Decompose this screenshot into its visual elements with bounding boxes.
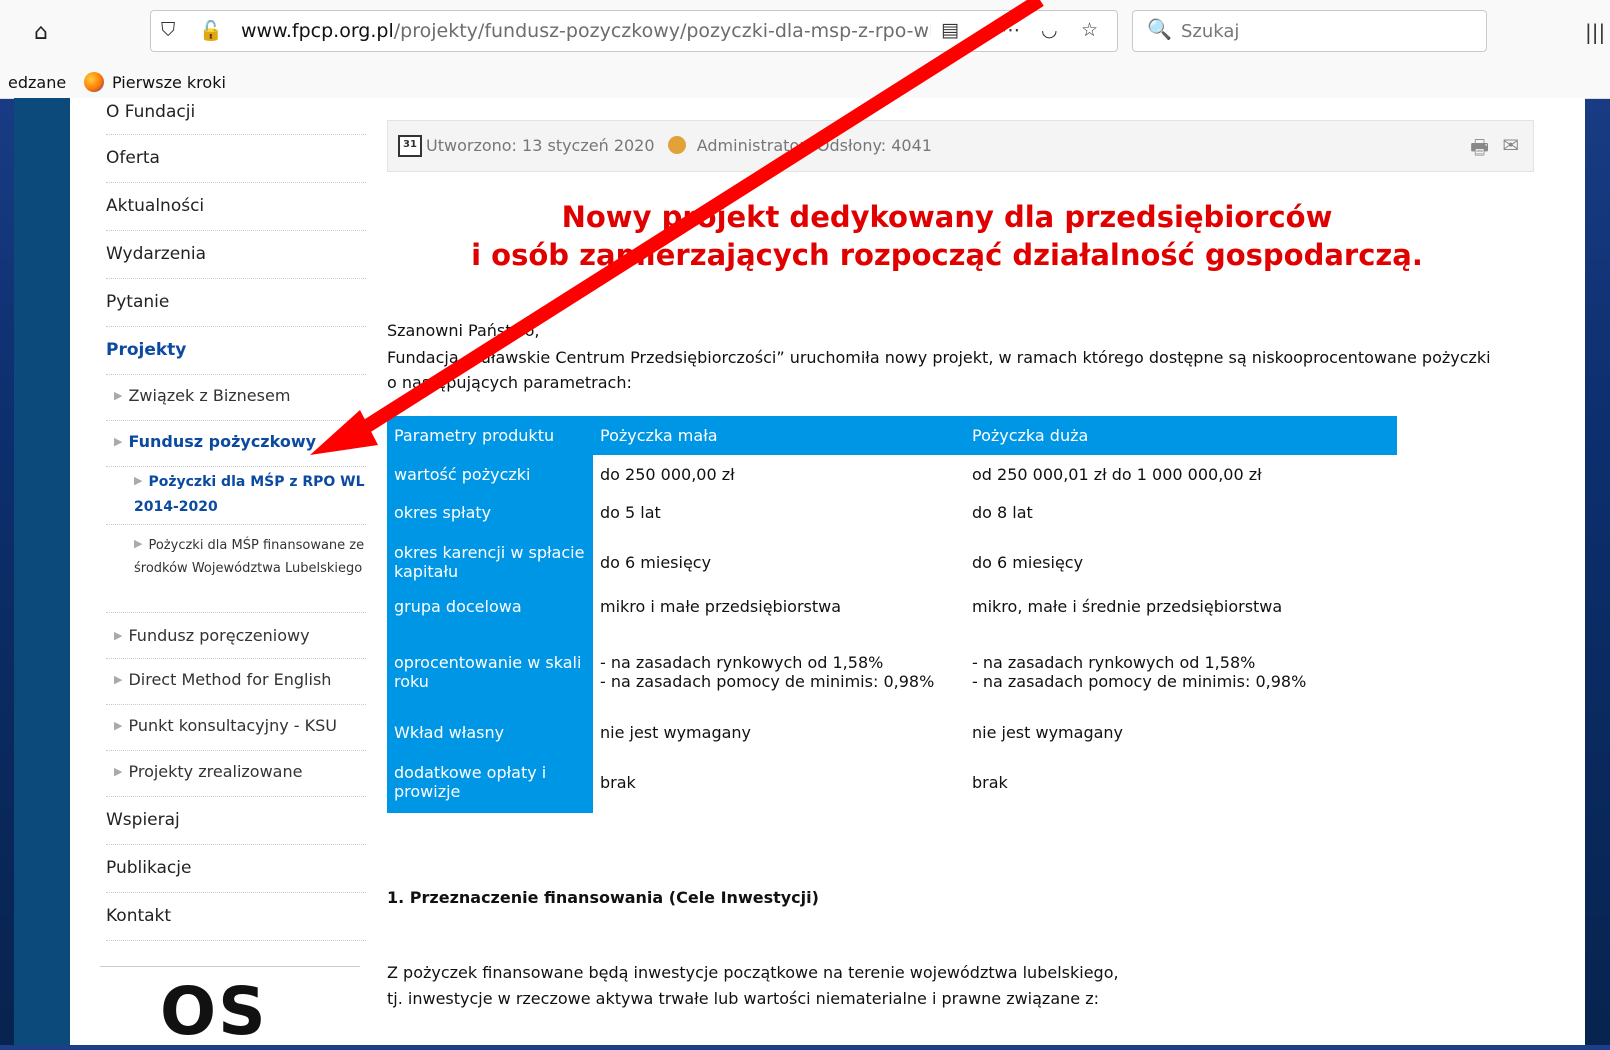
bookmark-item[interactable]: edzane [8,73,66,92]
greeting: Szanowni Państwo, [387,321,540,340]
shield-icon[interactable]: ⛉ [161,19,175,41]
body-line-2: tj. inwestycje w rzeczowe aktywa trwałe … [387,989,1099,1008]
large-loan-cell: nie jest wymagany [972,722,1124,742]
table-header: Pożyczka duża [965,416,1397,455]
triangle-right-icon: ▶ [134,474,143,487]
triangle-right-icon: ▶ [114,765,123,778]
page-background: O Fundacji Oferta Aktualności Wydarzenia… [14,98,1585,1050]
bookmarks-bar: edzane Pierwsze kroki [0,66,1610,99]
param-cell: grupa docelowa [387,593,593,631]
sidebar-subitem-zwiazek[interactable]: ▶ Związek z Biznesem [106,374,366,421]
large-loan-cell: do 6 miesięcy [972,552,1084,572]
url-text[interactable]: www.fpcp.org.pl/projekty/fundusz-pozyczk… [241,20,931,42]
article-headline: Nowy projekt dedykowany dla przedsiębior… [387,198,1507,274]
sidebar-item-kontakt[interactable]: Kontakt [106,892,366,941]
created-date: Utworzono: 13 styczeń 2020 [426,136,655,155]
search-bar[interactable]: 🔍 Szukaj [1132,10,1487,52]
small-loan-cell: brak [600,772,636,792]
sidebar-item-wspieraj[interactable]: Wspieraj [106,796,366,845]
print-icon[interactable]: 🖶 [1470,133,1489,167]
sidebar-subitem-direct-method[interactable]: ▶ Direct Method for English [106,658,366,705]
table-header-row: Parametry produktu Pożyczka mała Pożyczk… [387,416,1397,455]
sidebar-item-pytanie[interactable]: Pytanie [106,278,366,327]
sidebar-item-projekty[interactable]: Projekty [106,326,366,375]
table-header: Pożyczka mała [593,416,965,455]
bookmark-star-icon[interactable]: ☆ [1081,19,1098,41]
sidebar-item-aktualnosci[interactable]: Aktualności [106,182,366,231]
author-name: Administrator [696,136,806,155]
small-loan-cell: nie jest wymagany [600,722,752,742]
sidebar-item-oferta[interactable]: Oferta [106,134,366,183]
view-count: Odsłony: 4041 [816,136,932,155]
sidebar-subitem-fundusz-pozyczkowy[interactable]: ▶ Fundusz pożyczkowy [106,420,366,467]
triangle-right-icon: ▶ [114,435,123,448]
table-row: okres spłaty do 5 lat do 8 lat [387,493,1397,531]
param-cell: wartość pożyczki [387,455,593,493]
user-icon [667,136,686,154]
small-loan-cell: do 250 000,00 zł [600,464,735,484]
loan-parameters-table: Parametry produktu Pożyczka mała Pożyczk… [387,416,1397,813]
param-cell: okres karencji w spłacie kapitału [387,531,593,593]
intro-paragraph: Fundacja „Puławskie Centrum Przedsiębior… [387,348,1491,392]
home-icon[interactable]: ⌂ [26,18,56,48]
sidebar-divider [100,966,360,967]
small-loan-cell: do 5 lat [600,502,661,522]
sidebar-subitem-fundusz-poreczeniowy[interactable]: ▶ Fundusz poręczeniowy [106,612,366,659]
body-paragraph: Z pożyczek finansowane będą inwestycje p… [387,960,1487,1012]
table-row: Wkład własny nie jest wymagany nie jest … [387,713,1397,751]
sidebar-subitem-zrealizowane[interactable]: ▶ Projekty zrealizowane [106,750,366,797]
search-icon: 🔍 [1147,17,1172,41]
param-cell: okres spłaty [387,493,593,531]
reader-view-icon[interactable]: ▤ [941,19,959,41]
sidebar-item-wydarzenia[interactable]: Wydarzenia [106,230,366,279]
param-cell: Wkład własny [387,713,593,751]
table-row: okres karencji w spłacie kapitału do 6 m… [387,531,1397,593]
browser-toolbar: ⌂ ⛉ 🔓 www.fpcp.org.pl/projekty/fundusz-p… [0,0,1610,67]
article-info-bar: 31 Utworzono: 13 styczeń 2020 Administra… [387,120,1534,172]
large-loan-cell: do 8 lat [972,502,1033,522]
triangle-right-icon: ▶ [114,673,123,686]
pocket-icon[interactable]: ◡ [1041,19,1058,41]
param-cell: oprocentowanie w skali roku [387,631,593,713]
large-loan-cell: brak [972,772,1008,792]
triangle-right-icon: ▶ [114,389,123,402]
table-row: dodatkowe opłaty i prowizje brak brak [387,751,1397,813]
headline-line-1: Nowy projekt dedykowany dla przedsiębior… [561,200,1333,234]
calendar-icon: 31 [398,135,422,157]
table-row: wartość pożyczki do 250 000,00 zł od 250… [387,455,1397,493]
os-logo: OS [160,973,268,1050]
large-loan-cell: - na zasadach rynkowych od 1,58% - na za… [972,653,1307,691]
section-title: 1. Przeznaczenie finansowania (Cele Inwe… [387,888,819,907]
table-row: grupa docelowa mikro i małe przedsiębior… [387,593,1397,631]
article-meta: Utworzono: 13 styczeń 2020 Administrator… [426,136,932,155]
sidebar-subsubitem-rpo-wl[interactable]: ▶ Pożyczki dla MŚP z RPO WL 2014-2020 [106,466,366,525]
more-actions-icon[interactable]: ⋯ [1001,19,1020,41]
search-placeholder: Szukaj [1181,21,1240,42]
firefox-icon [84,72,104,92]
email-icon[interactable]: ✉ [1502,133,1519,157]
url-bar[interactable]: ⛉ 🔓 www.fpcp.org.pl/projekty/fundusz-poz… [150,10,1118,52]
sidebar-subsubitem-wojewodztwo[interactable]: ▶ Pożyczki dla MŚP finansowane ze środków… [106,524,366,613]
content-area: O Fundacji Oferta Aktualności Wydarzenia… [70,98,1585,1050]
param-cell: dodatkowe opłaty i prowizje [387,751,593,813]
triangle-right-icon: ▶ [114,719,123,732]
table-row: oprocentowanie w skali roku - na zasadac… [387,631,1397,713]
library-icon[interactable]: ||| [1585,20,1605,44]
sidebar-subitem-ksu[interactable]: ▶ Punkt konsultacyjny - KSU [106,704,366,751]
table-header: Parametry produktu [387,416,593,455]
headline-line-2: i osób zamierzających rozpocząć działaln… [471,238,1423,272]
sidebar-item-o-fundacji[interactable]: O Fundacji [106,98,366,135]
large-loan-cell: od 250 000,01 zł do 1 000 000,00 zł [972,464,1262,484]
large-loan-cell: mikro, małe i średnie przedsiębiorstwa [972,597,1283,616]
insecure-lock-icon[interactable]: 🔓 [199,19,223,42]
body-line-1: Z pożyczek finansowane będą inwestycje p… [387,963,1119,982]
bookmark-item[interactable]: Pierwsze kroki [112,73,226,92]
small-loan-cell: do 6 miesięcy [600,552,712,572]
triangle-right-icon: ▶ [134,537,143,550]
small-loan-cell: mikro i małe przedsiębiorstwa [600,597,842,616]
small-loan-cell: - na zasadach rynkowych od 1,58% - na za… [600,653,935,691]
sidebar-item-publikacje[interactable]: Publikacje [106,844,366,893]
triangle-right-icon: ▶ [114,629,123,642]
